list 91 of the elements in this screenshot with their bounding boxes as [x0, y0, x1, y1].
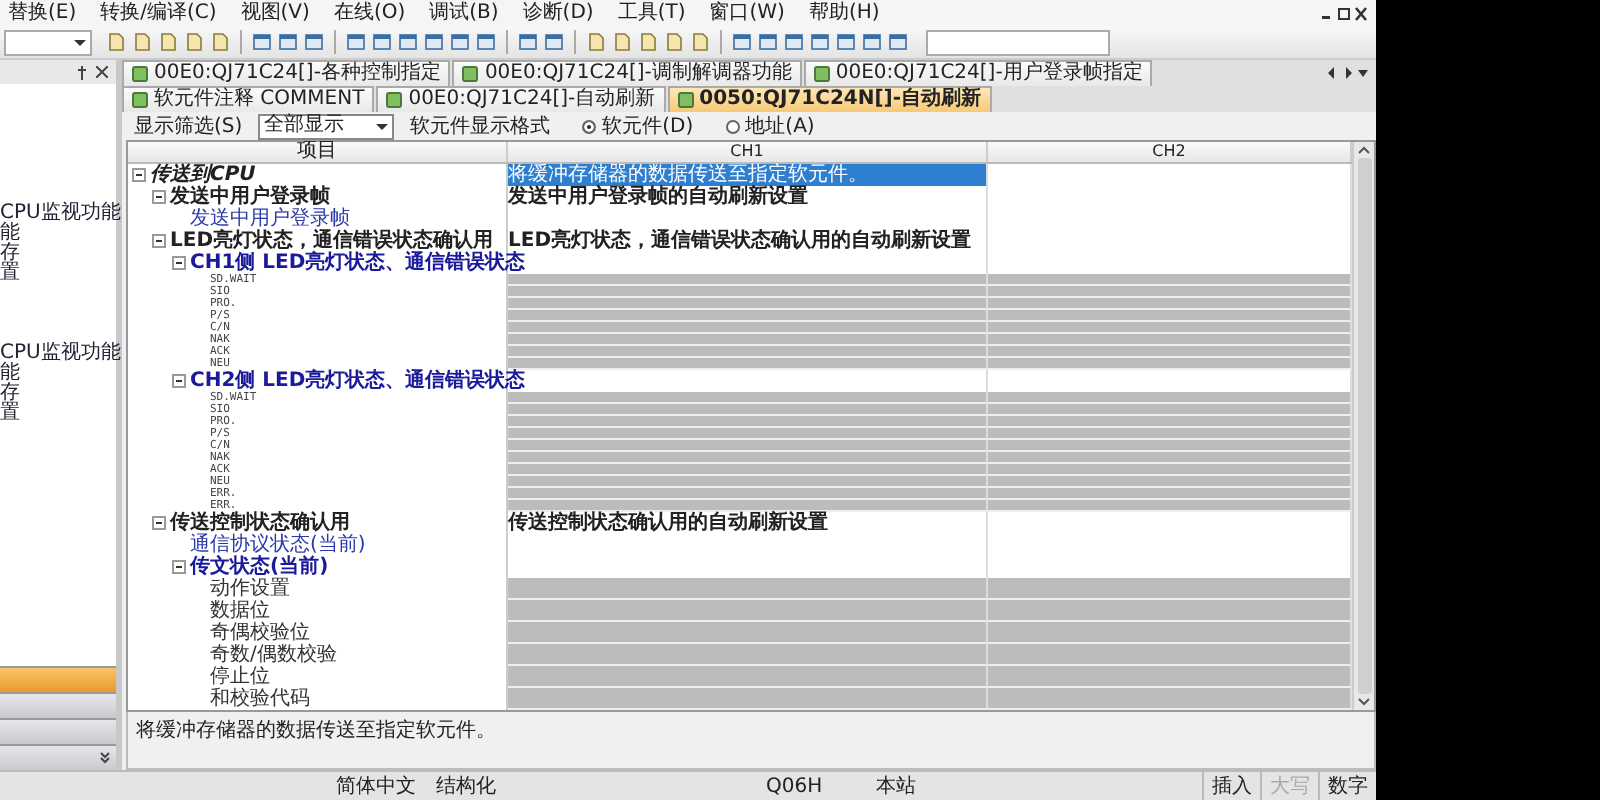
radio-button[interactable]: 地址(A) — [725, 112, 815, 140]
sidebar-item[interactable]: 存 — [0, 384, 116, 404]
window-icon[interactable] — [372, 32, 392, 52]
window-icon[interactable] — [346, 32, 366, 52]
window-icon[interactable] — [476, 32, 496, 52]
description-text: 将缓冲存储器的数据传送至指定软元件。 — [136, 720, 496, 742]
document-tab[interactable]: 00E0:QJ71C24[]-用户登录帧指定 — [803, 60, 1153, 86]
scroll-up-icon — [1358, 146, 1370, 154]
tree-item[interactable]: 停止位 — [210, 666, 270, 688]
key-indicator: 插入 — [1202, 772, 1260, 800]
menu-item[interactable]: 替换(E) — [8, 1, 77, 25]
key-indicator: 数字 — [1318, 772, 1376, 800]
search-field[interactable] — [926, 29, 1110, 55]
document-tab[interactable]: 00E0:QJ71C24[]-自动刷新 — [376, 86, 666, 112]
status-text: 结构化 — [436, 773, 498, 800]
tree-item[interactable]: 奇偶校验位 — [210, 622, 310, 644]
window-icon[interactable] — [424, 32, 444, 52]
tree-item[interactable]: 传送到CPU — [150, 164, 256, 186]
expand-toggle-icon[interactable] — [152, 516, 166, 530]
menu-item[interactable]: 视图(V) — [240, 1, 310, 25]
window-icon[interactable] — [450, 32, 470, 52]
expand-toggle-icon[interactable] — [152, 234, 166, 248]
menu-item[interactable]: 转换/编译(C) — [100, 1, 217, 25]
menu-item[interactable]: 帮助(H) — [808, 1, 880, 25]
close-icon[interactable] — [96, 66, 108, 78]
tree-item[interactable]: 传文状态(当前) — [190, 556, 329, 578]
key-indicator: 大写 — [1260, 772, 1318, 800]
column-header[interactable]: CH1 — [508, 142, 988, 162]
window-icon[interactable] — [518, 32, 538, 52]
status-text: 本站 — [876, 773, 918, 800]
window-icon[interactable] — [544, 32, 564, 52]
status-text: 简体中文 — [336, 773, 418, 800]
tree-item[interactable]: 发送中用户登录帧 — [190, 208, 350, 230]
tree-item[interactable]: CH2侧 LED亮灯状态、通信错误状态 — [190, 370, 526, 392]
format-label: 软元件显示格式 — [410, 113, 551, 140]
column-header[interactable]: 项目 — [128, 142, 508, 162]
sidebar-item[interactable]: CPU监视功能 — [0, 204, 116, 224]
window-icon[interactable] — [398, 32, 418, 52]
chevron-icon — [100, 752, 110, 764]
sidebar-item[interactable]: CPU监视功能 — [0, 344, 116, 364]
filter-label: 显示筛选(S) — [134, 113, 243, 140]
window-icon[interactable] — [278, 32, 298, 52]
expand-toggle-icon[interactable] — [172, 560, 186, 574]
sidebar-item[interactable]: 置 — [0, 404, 116, 424]
sidebar-item[interactable]: 能 — [0, 224, 116, 244]
menu-item[interactable]: 工具(T) — [617, 1, 686, 25]
table-cell: 传送控制状态确认用的自动刷新设置 — [508, 512, 988, 534]
tree-item[interactable]: CH1侧 LED亮灯状态、通信错误状态 — [190, 252, 526, 274]
status-text: Q06H — [766, 775, 825, 797]
tree-item[interactable]: 数据位 — [210, 600, 270, 622]
expand-toggle-icon[interactable] — [172, 374, 186, 388]
radio-dot-icon[interactable] — [725, 119, 740, 133]
window-icon[interactable] — [888, 32, 908, 52]
window-icon[interactable] — [252, 32, 272, 52]
window-icon[interactable] — [810, 32, 830, 52]
tab-scroll-icon[interactable] — [1326, 66, 1370, 80]
sidebar-item[interactable]: 置 — [0, 264, 116, 284]
menu-item[interactable]: 窗口(W) — [709, 1, 785, 25]
tree-item[interactable]: 和校验代码 — [210, 688, 310, 710]
window-icon[interactable] — [758, 32, 778, 52]
sidebar-item[interactable]: 能 — [0, 364, 116, 384]
tree-item[interactable]: 通信协议状态(当前) — [190, 534, 366, 556]
menu-item[interactable]: 在线(O) — [333, 1, 406, 25]
window-icon[interactable] — [836, 32, 856, 52]
radio-dot-icon[interactable] — [582, 119, 597, 133]
tree-item[interactable]: 传送控制状态确认用 — [170, 512, 350, 534]
document-tab[interactable]: 00E0:QJ71C24[]-各种控制指定 — [122, 60, 451, 86]
menu-item[interactable]: 调试(B) — [429, 1, 499, 25]
menu-item[interactable]: 诊断(D) — [522, 1, 594, 25]
scroll-down-icon — [1358, 698, 1370, 706]
sidebar-item[interactable]: 存 — [0, 244, 116, 264]
scrollbar[interactable] — [1352, 142, 1374, 710]
document-tab[interactable]: 00E0:QJ71C24[]-调制解调器功能 — [452, 60, 802, 86]
table-cell: 将缓冲存储器的数据传送至指定软元件。 — [508, 164, 988, 186]
expand-toggle-icon[interactable] — [172, 256, 186, 270]
expand-toggle-icon[interactable] — [132, 168, 146, 182]
table-cell: LED亮灯状态，通信错误状态确认用的自动刷新设置 — [508, 230, 988, 252]
document-tab[interactable]: 0050:QJ71C24N[]-自动刷新 — [667, 86, 992, 112]
tree-item[interactable]: 动作设置 — [210, 578, 290, 600]
display-filter-dropdown[interactable]: 全部显示 — [258, 113, 395, 139]
radio-button[interactable]: 软元件(D) — [582, 112, 694, 140]
window-controls-icon[interactable] — [1320, 5, 1368, 21]
tree-item[interactable]: 奇数/偶数校验 — [210, 644, 337, 666]
window-icon[interactable] — [304, 32, 324, 52]
window-icon[interactable] — [732, 32, 752, 52]
table-cell: 发送中用户登录帧的自动刷新设置 — [508, 186, 988, 208]
window-icon[interactable] — [862, 32, 882, 52]
expand-toggle-icon[interactable] — [152, 190, 166, 204]
window-icon[interactable] — [784, 32, 804, 52]
document-tab[interactable]: 软元件注释 COMMENT — [122, 86, 375, 112]
tree-item[interactable]: 发送中用户登录帧 — [170, 186, 330, 208]
